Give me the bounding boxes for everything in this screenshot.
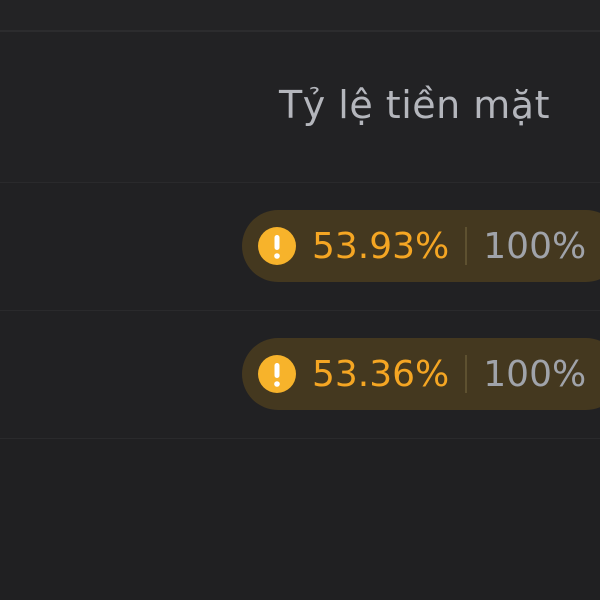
badge-divider	[465, 227, 468, 265]
table-row[interactable]: 53.36% 100%	[0, 311, 600, 439]
exclamation-warning-icon	[258, 227, 296, 265]
cash-ratio-value: 53.93%	[312, 225, 450, 267]
exclamation-warning-icon	[258, 355, 296, 393]
cash-ratio-badge[interactable]: 53.93% 100%	[242, 210, 600, 282]
table-header-row: Tỷ lệ tiền mặt	[0, 32, 600, 183]
badge-divider	[465, 355, 468, 393]
cash-ratio-badge[interactable]: 53.36% 100%	[242, 338, 600, 410]
column-header-cash-ratio[interactable]: Tỷ lệ tiền mặt	[279, 83, 550, 127]
table-empty-area	[0, 439, 600, 600]
target-ratio-value: 100%	[483, 353, 587, 395]
cash-ratio-value: 53.36%	[312, 353, 450, 395]
table-row[interactable]: 53.93% 100%	[0, 183, 600, 311]
top-toolbar-strip	[0, 0, 600, 32]
target-ratio-value: 100%	[483, 225, 587, 267]
